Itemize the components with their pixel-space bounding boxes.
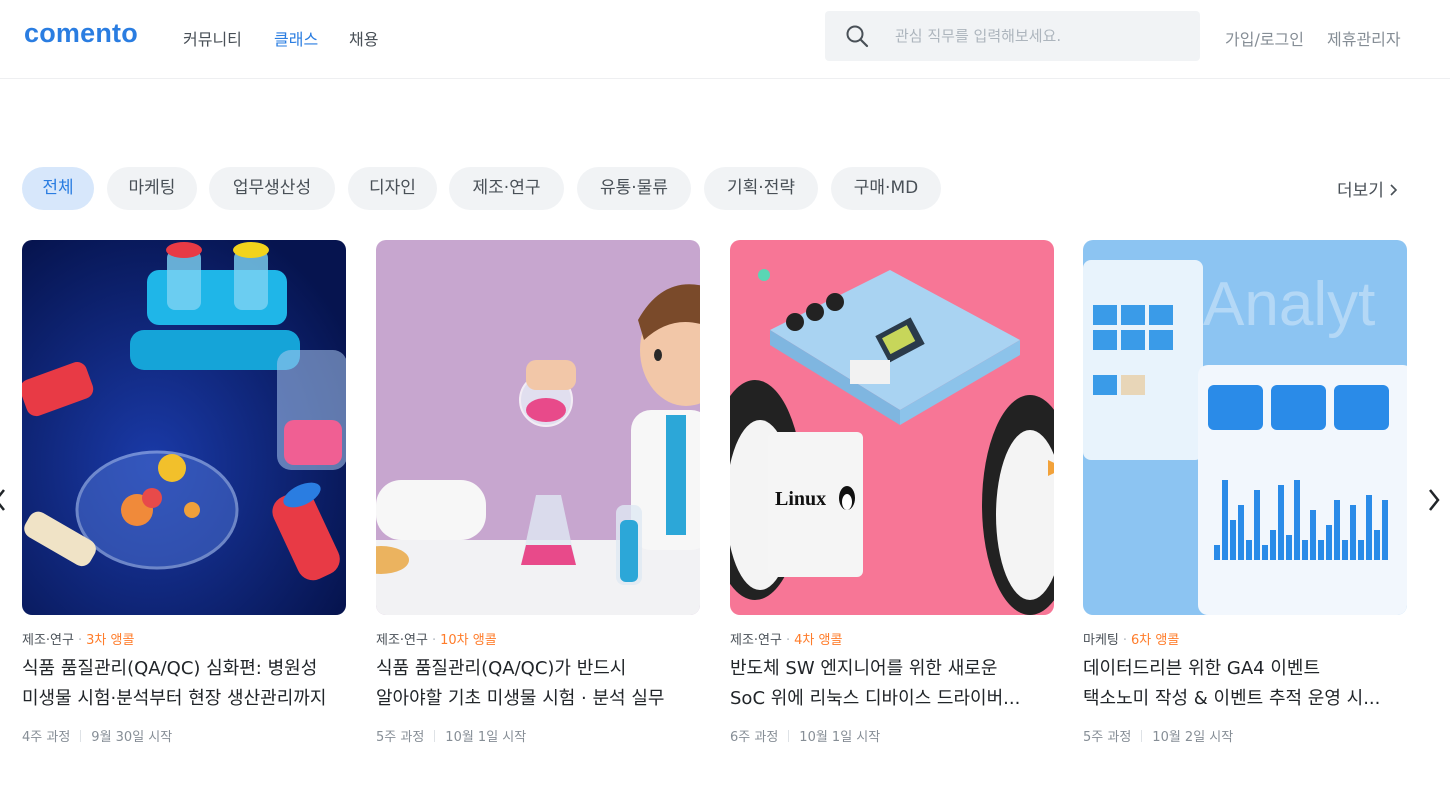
card-meta: 제조·연구 · 10차 앵콜 xyxy=(376,633,497,648)
card-title-line: 미생물 시험·분석부터 현장 생산관리까지 xyxy=(22,688,327,709)
card-start-date: 10월 1일 시작 xyxy=(445,730,527,745)
analytics-illustration: Analyt xyxy=(1083,240,1407,615)
chevron-right-icon xyxy=(1390,184,1398,196)
category-chip-planning[interactable]: 기획·전략 xyxy=(704,167,818,210)
more-link[interactable]: 더보기 xyxy=(1337,176,1399,201)
nav-jobs[interactable]: 채용 xyxy=(349,26,378,50)
divider xyxy=(1141,730,1143,742)
category-chip-manufacturing[interactable]: 제조·연구 xyxy=(449,167,564,210)
category-chip-purchasing[interactable]: 구매·MD xyxy=(831,167,941,210)
class-thumbnail[interactable]: Analyt xyxy=(1083,240,1407,615)
card-info: 4주 과정 9월 30일 시작 xyxy=(22,726,172,745)
chevron-left-icon[interactable] xyxy=(0,484,10,516)
search-box[interactable] xyxy=(825,11,1200,61)
signup-login-link[interactable]: 가입/로그인 xyxy=(1225,26,1304,50)
card-cohort: 10차 앵콜 xyxy=(440,633,497,648)
class-thumbnail[interactable] xyxy=(376,240,700,615)
category-chip-logistics[interactable]: 유통·물류 xyxy=(577,167,691,210)
card-category: 제조·연구 xyxy=(730,633,782,648)
class-card[interactable]: 제조·연구 · 3차 앵콜 식품 품질관리(QA/QC) 심화편: 병원성 미생물 … xyxy=(22,240,346,760)
image-text-analytics: Analyt xyxy=(1203,270,1375,339)
category-chip-productivity[interactable]: 업무생산성 xyxy=(209,167,335,210)
card-cohort: 4차 앵콜 xyxy=(794,633,843,648)
card-title[interactable]: 식품 품질관리(QA/QC)가 반드시 알아야할 기초 미생물 시험 · 분석 … xyxy=(376,654,706,714)
chevron-right-icon[interactable] xyxy=(1424,484,1444,516)
category-chip-marketing[interactable]: 마케팅 xyxy=(107,167,197,210)
linux-board-illustration: Linux xyxy=(730,240,1054,615)
card-duration: 5주 과정 xyxy=(1083,730,1132,745)
class-card[interactable]: Linux 제조·연구 · 4차 앵콜 반도체 SW 엔지니어를 위한 새로운 So… xyxy=(730,240,1054,760)
card-title[interactable]: 식품 품질관리(QA/QC) 심화편: 병원성 미생물 시험·분석부터 현장 생… xyxy=(22,654,352,714)
card-title-line: 식품 품질관리(QA/QC) 심화편: 병원성 xyxy=(22,658,318,679)
comento-logo[interactable]: comento xyxy=(24,18,138,49)
card-info: 5주 과정 10월 2일 시작 xyxy=(1083,726,1233,745)
card-cohort: 3차 앵콜 xyxy=(86,633,135,648)
image-text-linux: Linux xyxy=(775,488,826,510)
card-start-date: 10월 1일 시작 xyxy=(799,730,881,745)
card-category: 제조·연구 xyxy=(22,633,74,648)
card-title[interactable]: 반도체 SW 엔지니어를 위한 새로운 SoC 위에 리눅스 디바이스 드라이버… xyxy=(730,654,1060,714)
more-label: 더보기 xyxy=(1337,181,1384,201)
card-cohort: 6차 앵콜 xyxy=(1131,633,1180,648)
scientist-illustration xyxy=(376,240,700,615)
search-icon[interactable] xyxy=(845,24,869,48)
card-duration: 6주 과정 xyxy=(730,730,779,745)
class-card[interactable]: Analyt 마케팅 · 6차 앵콜 데이터드리븐 위한 GA4 이벤트 택소노… xyxy=(1083,240,1407,760)
nav-community[interactable]: 커뮤니티 xyxy=(183,26,242,50)
card-title-line: 데이터드리븐 위한 GA4 이벤트 xyxy=(1083,658,1321,679)
search-input[interactable] xyxy=(895,11,1185,61)
card-start-date: 9월 30일 시작 xyxy=(91,730,173,745)
card-meta: 제조·연구 · 4차 앵콜 xyxy=(730,633,843,648)
category-chip-all[interactable]: 전체 xyxy=(22,167,94,210)
card-meta: 제조·연구 · 3차 앵콜 xyxy=(22,633,135,648)
card-title[interactable]: 데이터드리븐 위한 GA4 이벤트 택소노미 작성 & 이벤트 추적 운영 시.… xyxy=(1083,654,1413,714)
card-title-line: 반도체 SW 엔지니어를 위한 새로운 xyxy=(730,658,998,679)
card-title-line: 택소노미 작성 & 이벤트 추적 운영 시... xyxy=(1083,688,1381,709)
card-meta: 마케팅 · 6차 앵콜 xyxy=(1083,633,1180,648)
class-thumbnail[interactable] xyxy=(22,240,346,615)
category-chip-design[interactable]: 디자인 xyxy=(348,167,437,210)
divider xyxy=(434,730,436,742)
card-duration: 4주 과정 xyxy=(22,730,71,745)
divider xyxy=(788,730,790,742)
card-category: 마케팅 xyxy=(1083,633,1119,648)
card-duration: 5주 과정 xyxy=(376,730,425,745)
card-title-line: 식품 품질관리(QA/QC)가 반드시 xyxy=(376,658,627,679)
card-info: 6주 과정 10월 1일 시작 xyxy=(730,726,880,745)
class-card[interactable]: 제조·연구 · 10차 앵콜 식품 품질관리(QA/QC)가 반드시 알아야할 기초… xyxy=(376,240,700,760)
card-start-date: 10월 2일 시작 xyxy=(1152,730,1234,745)
card-category: 제조·연구 xyxy=(376,633,428,648)
partner-admin-link[interactable]: 제휴관리자 xyxy=(1327,26,1401,50)
top-header: comento 커뮤니티 클래스 채용 가입/로그인 제휴관리자 xyxy=(0,0,1450,79)
card-title-line: 알아야할 기초 미생물 시험 · 분석 실무 xyxy=(376,688,665,709)
nav-class[interactable]: 클래스 xyxy=(274,26,318,50)
card-title-line: SoC 위에 리눅스 디바이스 드라이버... xyxy=(730,688,1021,709)
class-thumbnail[interactable]: Linux xyxy=(730,240,1054,615)
lab-illustration xyxy=(22,240,346,615)
card-info: 5주 과정 10월 1일 시작 xyxy=(376,726,526,745)
divider xyxy=(80,730,82,742)
